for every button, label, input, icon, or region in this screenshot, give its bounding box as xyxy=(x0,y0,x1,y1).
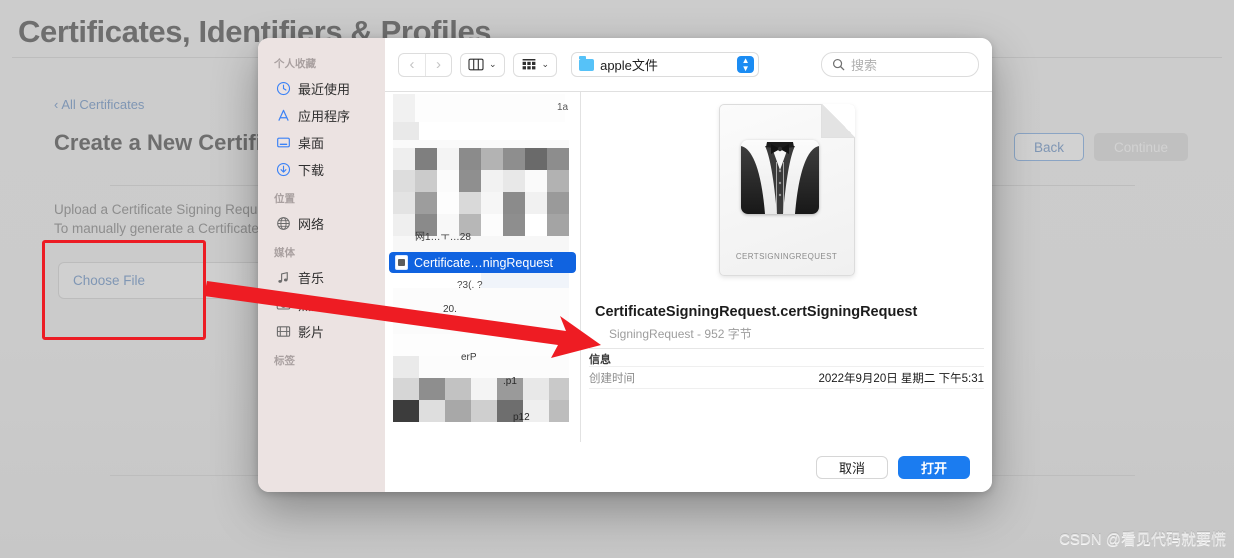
music-note-icon xyxy=(278,272,288,283)
preview-meta-divider xyxy=(589,366,984,367)
screen: Certificates, Identifiers & Profiles ‹ Al… xyxy=(0,0,1234,558)
cancel-button[interactable]: 取消 xyxy=(816,455,888,479)
upload-description: Upload a Certificate Signing Request To … xyxy=(54,200,275,238)
sidebar-item-movies[interactable]: 影片 xyxy=(258,318,385,345)
preview-created-value: 2022年9月20日 星期二 下午5:31 xyxy=(818,373,984,385)
finder-open-dialog: 个人收藏 最近使用 应用程序 桌面 下载 位置 网络 媒体 音乐 照片 影片 标… xyxy=(258,38,992,492)
list-item-label: Certificate…ningRequest xyxy=(414,255,553,270)
document-preview: CERTSIGNINGREQUEST xyxy=(718,104,855,276)
upload-description-line-1: Upload a Certificate Signing Request xyxy=(54,202,276,217)
finder-footer: 取消 打开 xyxy=(385,442,992,492)
sidebar-item-applications[interactable]: 应用程序 xyxy=(258,102,385,129)
chevron-down-icon: ⌄ xyxy=(489,59,497,69)
finder-main: ‹ › ⌄ ⌄ apple文件 ▲ ▼ 搜索 1a 网1…ㅜ…28 ?3(. ?… xyxy=(385,38,992,492)
sidebar-item-label: 影片 xyxy=(298,325,325,340)
back-button[interactable]: Back xyxy=(1014,133,1084,161)
sidebar-group-header-tags: 标签 xyxy=(274,355,295,367)
preview-file-subtitle: SigningRequest - 952 字节 xyxy=(609,327,752,341)
sidebar-item-label: 音乐 xyxy=(298,271,325,286)
sidebar-item-desktop[interactable]: 桌面 xyxy=(258,129,385,156)
preview-created-row: 创建时间 2022年9月20日 星期二 下午5:31 xyxy=(589,370,984,386)
file-icon xyxy=(395,255,408,270)
clock-icon xyxy=(276,81,291,96)
finder-toolbar: ‹ › ⌄ ⌄ apple文件 ▲ ▼ 搜索 xyxy=(385,38,992,92)
view-mode-button[interactable]: ⌄ xyxy=(460,52,505,77)
certsigningrequest-document-icon: CERTSIGNINGREQUEST xyxy=(718,104,855,276)
sidebar-item-downloads[interactable]: 下载 xyxy=(258,156,385,183)
nav-forward-button[interactable]: › xyxy=(425,53,451,76)
column-view-icon xyxy=(468,58,484,71)
sidebar-item-label: 最近使用 xyxy=(298,82,351,97)
svg-text:?3(. ?: ?3(. ? xyxy=(457,280,483,291)
downloads-icon xyxy=(276,162,291,177)
upload-description-line-2: To manually generate a Certificate xyxy=(54,221,259,236)
list-item[interactable]: Certificate…ningRequest xyxy=(389,252,576,273)
folder-icon xyxy=(579,55,595,71)
open-button-label: 打开 xyxy=(920,460,947,476)
svg-text:p12: p12 xyxy=(513,412,530,422)
path-label: apple文件 xyxy=(600,58,658,73)
sidebar-item-label: 应用程序 xyxy=(298,109,351,124)
preview-info-header: 信息 xyxy=(589,354,611,366)
applications-icon xyxy=(278,109,289,121)
choose-file-label: Choose File xyxy=(73,273,146,288)
sidebar-item-music[interactable]: 音乐 xyxy=(258,264,385,291)
search-placeholder: 搜索 xyxy=(851,58,878,73)
sidebar-group-header-locations: 位置 xyxy=(274,193,295,205)
search-field[interactable]: 搜索 xyxy=(821,52,979,77)
preview-divider xyxy=(589,348,984,349)
back-button-label: Back xyxy=(1033,139,1064,155)
path-popup-button[interactable]: apple文件 ▲ ▼ xyxy=(571,52,760,77)
desktop-icon xyxy=(277,137,290,148)
sidebar-item-network[interactable]: 网络 xyxy=(258,210,385,237)
navigation-segmented-control: ‹ › xyxy=(398,52,452,77)
stepper-icon: ▲ ▼ xyxy=(737,56,755,73)
wizard-nav-buttons: Back Continue xyxy=(1014,133,1188,161)
sidebar-item-recents[interactable]: 最近使用 xyxy=(258,75,385,102)
chevron-left-icon: ‹ xyxy=(409,56,415,73)
sidebar-item-label: 照片 xyxy=(298,298,325,313)
finder-body: 1a 网1…ㅜ…28 ?3(. ? 20. erP .p1 p12 Certif… xyxy=(385,92,992,442)
svg-text:1a: 1a xyxy=(557,102,569,113)
chevron-right-icon: › xyxy=(436,56,441,73)
svg-text:.p1: .p1 xyxy=(503,376,517,387)
page-fold-corner xyxy=(820,104,855,138)
search-icon xyxy=(832,58,845,71)
svg-text:网1…ㅜ…28: 网1…ㅜ…28 xyxy=(415,231,471,243)
svg-text:erP: erP xyxy=(461,352,477,363)
chevron-left-icon: ‹ xyxy=(54,97,59,112)
continue-button: Continue xyxy=(1094,133,1188,161)
sidebar-item-label: 网络 xyxy=(298,217,325,232)
svg-text:20.: 20. xyxy=(443,304,457,315)
file-list-column[interactable]: 1a 网1…ㅜ…28 ?3(. ? 20. erP .p1 p12 Certif… xyxy=(385,92,581,442)
sidebar-item-label: 桌面 xyxy=(298,136,325,151)
open-button[interactable]: 打开 xyxy=(898,455,970,479)
sidebar-item-label: 下载 xyxy=(298,163,325,178)
globe-icon xyxy=(277,217,290,230)
watermark: CSDN @看见代码就要慌 xyxy=(1059,531,1226,548)
preview-created-label: 创建时间 xyxy=(589,373,635,385)
preview-bottom-rule xyxy=(589,388,984,389)
chevron-down-icon: ⌄ xyxy=(541,59,550,69)
camera-icon xyxy=(276,299,291,310)
group-by-button[interactable]: ⌄ xyxy=(512,52,558,77)
preview-file-name: CertificateSigningRequest.certSigningReq… xyxy=(595,304,918,320)
sidebar-item-photos[interactable]: 照片 xyxy=(258,291,385,318)
cancel-button-label: 取消 xyxy=(838,460,865,476)
group-by-icon xyxy=(522,59,535,70)
document-icon-label: CERTSIGNINGREQUEST xyxy=(735,252,838,261)
sidebar-group-header-media: 媒体 xyxy=(274,247,295,259)
preview-pane: CERTSIGNINGREQUEST CertificateSigningReq… xyxy=(581,92,992,442)
tuxedo-icon xyxy=(740,140,819,214)
breadcrumb[interactable]: ‹ All Certificates xyxy=(54,97,144,112)
sidebar-group-header-favorites: 个人收藏 xyxy=(274,58,316,70)
nav-back-button[interactable]: ‹ xyxy=(399,54,425,76)
breadcrumb-label: All Certificates xyxy=(61,97,145,112)
film-icon xyxy=(276,326,291,337)
finder-sidebar: 个人收藏 最近使用 应用程序 桌面 下载 位置 网络 媒体 音乐 照片 影片 标… xyxy=(258,38,385,492)
continue-button-label: Continue xyxy=(1113,139,1169,155)
